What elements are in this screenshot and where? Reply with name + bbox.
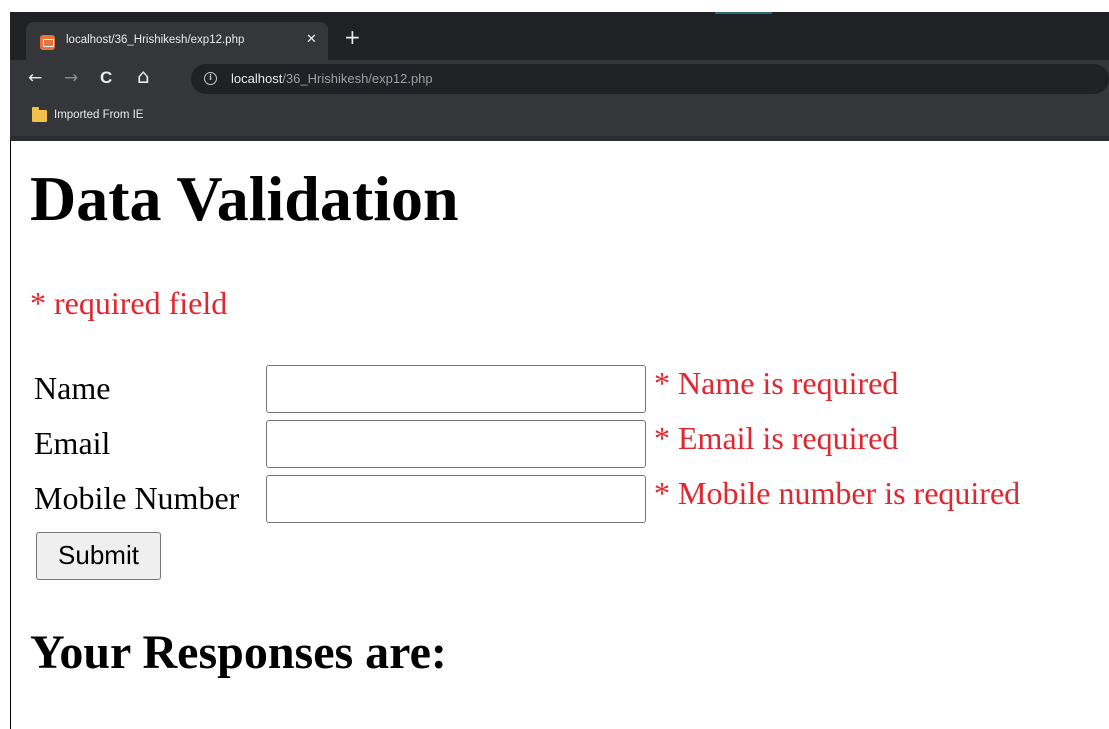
home-icon[interactable]: ⌂ xyxy=(137,65,150,87)
mobile-number-input[interactable] xyxy=(266,475,646,523)
address-url: localhost/36_Hrishikesh/exp12.php xyxy=(231,71,433,86)
page-viewport: Data Validation * required field Name * … xyxy=(10,141,1109,729)
browser-tab[interactable]: localhost/36_Hrishikesh/exp12.php ✕ xyxy=(26,22,328,62)
site-info-icon[interactable]: i xyxy=(204,72,217,85)
address-bar[interactable]: i localhost/36_Hrishikesh/exp12.php xyxy=(191,64,1109,94)
tab-strip: localhost/36_Hrishikesh/exp12.php ✕ + xyxy=(10,12,1109,62)
close-tab-icon[interactable]: ✕ xyxy=(306,32,317,48)
window-drag-indicator xyxy=(715,12,772,14)
name-input[interactable] xyxy=(266,365,646,413)
favicon-icon xyxy=(40,35,55,50)
email-label: Email xyxy=(34,425,111,461)
email-input[interactable] xyxy=(266,420,646,468)
reload-icon[interactable]: C xyxy=(100,67,112,89)
tab-title: localhost/36_Hrishikesh/exp12.php xyxy=(66,34,245,46)
back-icon[interactable]: ← xyxy=(28,67,42,89)
bookmarks-bar: Imported From IE xyxy=(10,98,1109,136)
url-host: localhost xyxy=(231,71,283,86)
responses-heading: Your Responses are: xyxy=(30,626,447,679)
required-field-note: * required field xyxy=(30,285,228,321)
name-error: * Name is required xyxy=(654,365,899,401)
url-path: /36_Hrishikesh/exp12.php xyxy=(282,71,433,86)
folder-icon xyxy=(32,107,47,122)
mobile-number-label: Mobile Number xyxy=(34,480,240,516)
name-label: Name xyxy=(34,370,111,406)
submit-button[interactable]: Submit xyxy=(36,532,161,580)
email-error: * Email is required xyxy=(654,420,899,456)
page-title: Data Validation xyxy=(30,163,459,234)
forward-icon[interactable]: → xyxy=(64,67,78,89)
bookmark-imported-from-ie[interactable]: Imported From IE xyxy=(54,109,143,121)
browser-toolbar: ← → C ⌂ i localhost/36_Hrishikesh/exp12.… xyxy=(10,60,1109,98)
new-tab-icon[interactable]: + xyxy=(344,26,361,48)
mobile-number-error: * Mobile number is required xyxy=(654,475,1021,511)
